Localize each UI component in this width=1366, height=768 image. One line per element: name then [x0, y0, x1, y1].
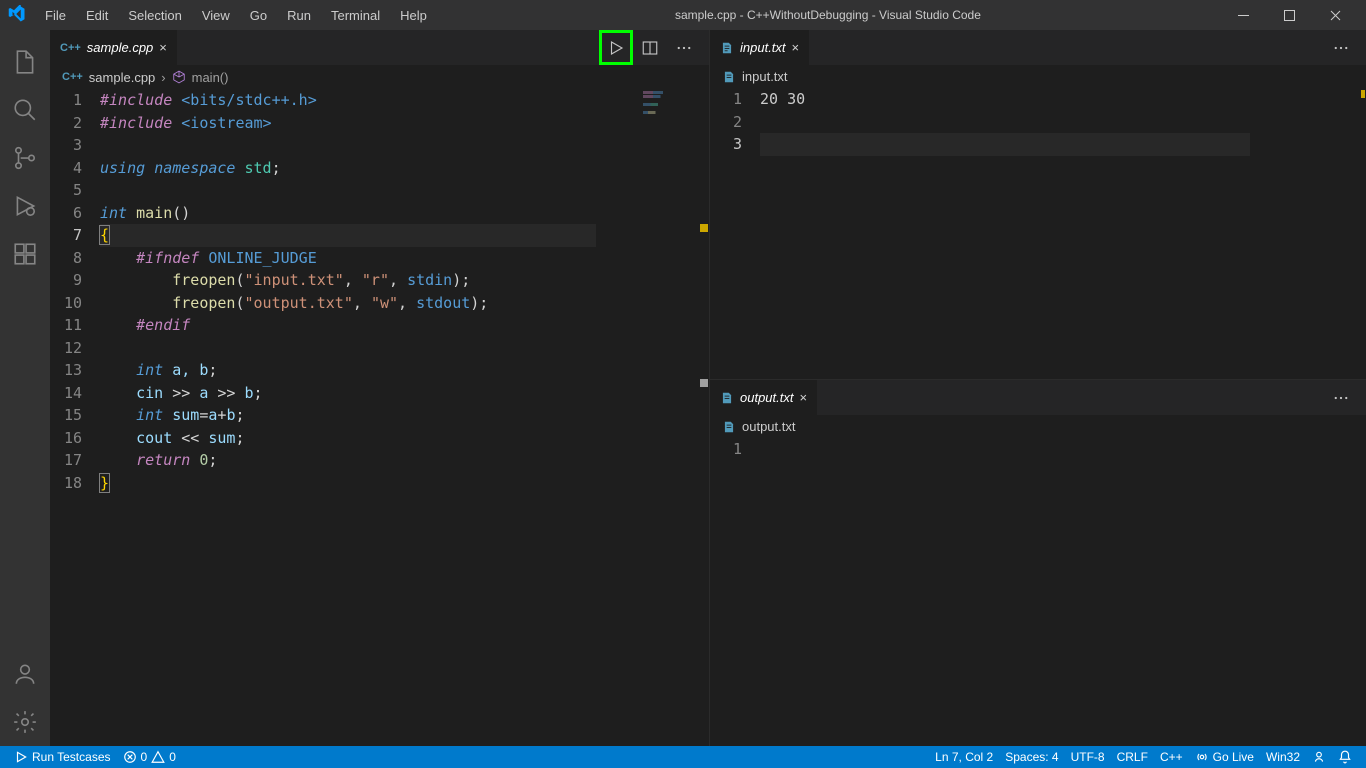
- more-actions-button[interactable]: [667, 30, 701, 65]
- editor-group-left: C++ sample.cpp × C++ sample.cpp › main(): [50, 30, 710, 746]
- line-gutter: 1: [710, 438, 760, 746]
- tab-sample-cpp[interactable]: C++ sample.cpp ×: [50, 30, 178, 65]
- split-editor-button[interactable]: [633, 30, 667, 65]
- source-control-icon[interactable]: [0, 134, 50, 182]
- text-file-icon: [720, 391, 734, 405]
- title-bar: File Edit Selection View Go Run Terminal…: [0, 0, 1366, 30]
- overview-ruler[interactable]: [695, 89, 709, 746]
- menu-file[interactable]: File: [36, 4, 75, 27]
- breadcrumb-output[interactable]: output.txt: [710, 415, 1366, 438]
- close-button[interactable]: [1312, 0, 1358, 30]
- menu-view[interactable]: View: [193, 4, 239, 27]
- problems-button[interactable]: 0 0: [117, 746, 182, 768]
- encoding[interactable]: UTF-8: [1065, 746, 1111, 768]
- overview-ruler[interactable]: [1352, 88, 1366, 379]
- cube-icon: [172, 70, 186, 84]
- text-file-icon: [722, 70, 736, 84]
- go-live-button[interactable]: Go Live: [1189, 746, 1260, 768]
- breadcrumb-file: sample.cpp: [89, 70, 155, 85]
- cpp-file-icon: C++: [60, 42, 81, 54]
- run-testcases-button[interactable]: Run Testcases: [8, 746, 117, 768]
- menu-help[interactable]: Help: [391, 4, 436, 27]
- menu-run[interactable]: Run: [278, 4, 320, 27]
- overview-mark-warning: [1361, 90, 1365, 98]
- line-gutter: 123: [710, 88, 760, 379]
- run-code-button[interactable]: [599, 30, 633, 65]
- tab-input-txt[interactable]: input.txt ×: [710, 30, 810, 65]
- editor-group-right: input.txt × input.txt 123 20: [710, 30, 1366, 746]
- menu-go[interactable]: Go: [241, 4, 276, 27]
- tabs-row-left: C++ sample.cpp ×: [50, 30, 709, 65]
- input-line: 20 30: [760, 90, 805, 108]
- menu-terminal[interactable]: Terminal: [322, 4, 389, 27]
- platform[interactable]: Win32: [1260, 746, 1306, 768]
- breadcrumb-file: output.txt: [742, 419, 795, 434]
- tab-close-icon[interactable]: ×: [159, 40, 167, 55]
- line-gutter: 123456789101112131415161718: [50, 89, 100, 746]
- code-body[interactable]: #include <bits/stdc++.h> #include <iostr…: [100, 89, 709, 746]
- breadcrumb-symbol: main(): [192, 70, 229, 85]
- tab-output-txt[interactable]: output.txt ×: [710, 380, 818, 415]
- indentation[interactable]: Spaces: 4: [999, 746, 1064, 768]
- tab-label: sample.cpp: [87, 40, 153, 55]
- activity-bar: [0, 30, 50, 746]
- tab-close-icon[interactable]: ×: [792, 40, 800, 55]
- feedback-icon[interactable]: [1306, 746, 1332, 768]
- settings-gear-icon[interactable]: [0, 698, 50, 746]
- tabs-row-input: input.txt ×: [710, 30, 1366, 65]
- tab-label: input.txt: [740, 40, 786, 55]
- files-icon[interactable]: [0, 38, 50, 86]
- vscode-logo-icon: [8, 5, 28, 25]
- code-editor[interactable]: 123456789101112131415161718 #include <bi…: [50, 89, 709, 746]
- minimize-button[interactable]: [1220, 0, 1266, 30]
- cpp-file-icon: C++: [62, 71, 83, 83]
- menu-selection[interactable]: Selection: [119, 4, 190, 27]
- text-file-icon: [720, 41, 734, 55]
- cursor-position[interactable]: Ln 7, Col 2: [929, 746, 999, 768]
- overview-mark-cursor: [700, 379, 708, 387]
- chevron-right-icon: ›: [161, 70, 165, 85]
- extensions-icon[interactable]: [0, 230, 50, 278]
- tabs-row-output: output.txt ×: [710, 380, 1366, 415]
- eol[interactable]: CRLF: [1111, 746, 1154, 768]
- status-bar: Run Testcases 0 0 Ln 7, Col 2 Spaces: 4 …: [0, 746, 1366, 768]
- search-icon[interactable]: [0, 86, 50, 134]
- account-icon[interactable]: [0, 650, 50, 698]
- more-actions-button[interactable]: [1324, 30, 1358, 65]
- window-title: sample.cpp - C++WithoutDebugging - Visua…: [436, 8, 1220, 22]
- run-debug-icon[interactable]: [0, 182, 50, 230]
- language-mode[interactable]: C++: [1154, 746, 1189, 768]
- menu-bar: File Edit Selection View Go Run Terminal…: [36, 4, 436, 27]
- more-actions-button[interactable]: [1324, 380, 1358, 415]
- input-editor[interactable]: 123 20 30: [710, 88, 1366, 379]
- breadcrumb-input[interactable]: input.txt: [710, 65, 1366, 88]
- menu-edit[interactable]: Edit: [77, 4, 117, 27]
- overview-mark-warning: [700, 224, 708, 232]
- notifications-icon[interactable]: [1332, 746, 1358, 768]
- breadcrumb[interactable]: C++ sample.cpp › main(): [50, 65, 709, 89]
- maximize-button[interactable]: [1266, 0, 1312, 30]
- text-file-icon: [722, 420, 736, 434]
- output-editor[interactable]: 1: [710, 438, 1366, 746]
- window-controls: [1220, 0, 1358, 30]
- tab-close-icon[interactable]: ×: [799, 390, 807, 405]
- tab-label: output.txt: [740, 390, 793, 405]
- breadcrumb-file: input.txt: [742, 69, 788, 84]
